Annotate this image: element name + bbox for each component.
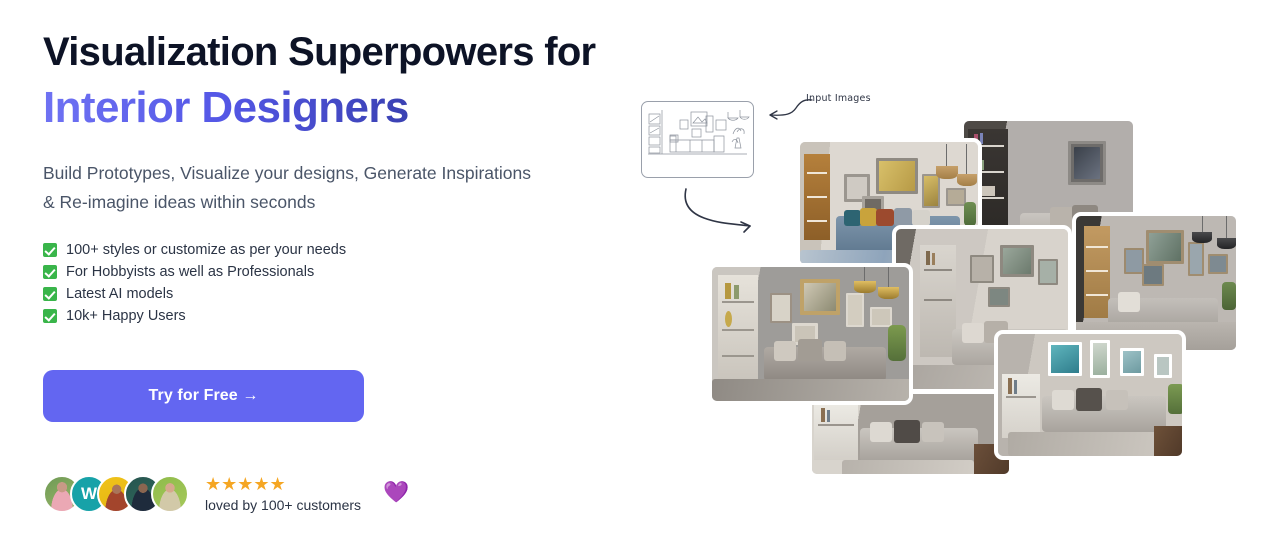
- check-icon: [43, 265, 57, 280]
- list-item: 10k+ Happy Users: [43, 308, 603, 324]
- list-item: For Hobbyists as well as Professionals: [43, 264, 603, 280]
- feature-label: For Hobbyists as well as Professionals: [66, 264, 315, 281]
- input-images-label: Input Images: [806, 93, 871, 104]
- avatar-group: W: [43, 475, 189, 513]
- input-sketch-thumbnail: [641, 101, 754, 178]
- landing-hero-page: Visualization Superpowers for Interior D…: [0, 0, 1283, 548]
- check-icon: [43, 309, 57, 324]
- hero-copy-block: Visualization Superpowers for Interior D…: [43, 30, 603, 423]
- list-item: Latest AI models: [43, 286, 603, 302]
- check-icon: [43, 287, 57, 302]
- star-rating-icon: ★★★★★: [205, 474, 286, 494]
- list-item: 100+ styles or customize as per your nee…: [43, 242, 603, 258]
- collage-illustration: Input Images: [620, 0, 1283, 548]
- arrow-to-outputs-icon: [684, 188, 751, 233]
- avatar: [151, 475, 189, 513]
- check-icon: [43, 243, 57, 258]
- feature-label: 10k+ Happy Users: [66, 308, 186, 325]
- page-title-accent: Interior Designers: [43, 83, 603, 134]
- feature-label: Latest AI models: [66, 286, 174, 303]
- feature-label: 100+ styles or customize as per your nee…: [66, 242, 347, 259]
- rating-caption: loved by 100+ customers: [205, 497, 362, 513]
- social-proof: W ★★★★★ loved by 100+ customers 💜: [43, 475, 409, 513]
- rating-block: ★★★★★ loved by 100+ customers: [205, 475, 361, 513]
- generated-room-photo: [994, 330, 1186, 460]
- try-for-free-button[interactable]: Try for Free →: [43, 370, 364, 423]
- feature-list: 100+ styles or customize as per your nee…: [43, 242, 603, 324]
- hero-subtext: Build Prototypes, Visualize your designs…: [43, 163, 532, 212]
- heart-icon: 💜: [383, 481, 410, 504]
- generated-room-photo: [708, 263, 913, 405]
- page-title: Visualization Superpowers for: [43, 30, 596, 74]
